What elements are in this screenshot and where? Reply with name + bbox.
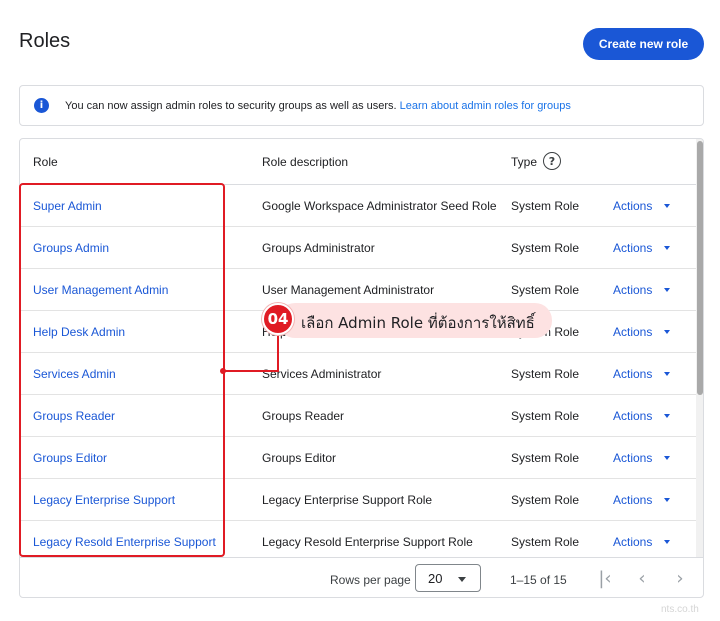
role-description: Services Administrator	[262, 367, 382, 381]
actions-menu[interactable]: Actions	[613, 493, 671, 507]
role-type: System Role	[511, 283, 580, 297]
actions-menu[interactable]: Actions	[613, 535, 671, 549]
first-page-icon[interactable]: |‹	[593, 566, 617, 590]
role-description: Groups Reader	[262, 409, 345, 423]
table-header: Role Role description Type ?	[20, 139, 696, 185]
pagination-range: 1–15 of 15	[510, 573, 567, 587]
role-type: System Role	[511, 241, 580, 255]
role-type: System Role	[511, 451, 580, 465]
role-description: Legacy Enterprise Support Role	[262, 493, 433, 507]
actions-label: Actions	[613, 535, 653, 549]
info-icon: i	[34, 98, 49, 113]
role-type: System Role	[511, 493, 580, 507]
annotation-callout: เลือก Admin Role ที่ต้องการให้สิทธิ์ 04	[262, 300, 552, 338]
rows-per-page-select[interactable]: 20	[415, 564, 481, 592]
actions-label: Actions	[613, 409, 653, 423]
role-type: System Role	[511, 367, 580, 381]
annotation-step-badge: 04	[262, 303, 294, 335]
rows-per-page-label: Rows per page	[330, 573, 411, 587]
watermark: nts.co.th	[661, 604, 699, 615]
column-header-role[interactable]: Role	[33, 155, 58, 169]
previous-page-icon[interactable]: ‹	[630, 566, 654, 590]
actions-menu[interactable]: Actions	[613, 409, 671, 423]
column-header-description[interactable]: Role description	[262, 155, 348, 169]
annotation-connector	[225, 370, 278, 372]
actions-label: Actions	[613, 325, 653, 339]
annotation-connector	[277, 336, 279, 372]
learn-more-link[interactable]: Learn about admin roles for groups	[400, 100, 571, 112]
chevron-down-icon	[664, 540, 671, 544]
role-description: Groups Administrator	[262, 241, 375, 255]
chevron-down-icon	[664, 456, 671, 460]
actions-menu[interactable]: Actions	[613, 241, 671, 255]
chevron-down-icon	[664, 204, 671, 208]
actions-menu[interactable]: Actions	[613, 367, 671, 381]
actions-label: Actions	[613, 367, 653, 381]
rows-per-page-value: 20	[428, 570, 443, 586]
actions-label: Actions	[613, 199, 653, 213]
help-icon[interactable]: ?	[543, 152, 561, 170]
chevron-down-icon	[664, 498, 671, 502]
actions-label: Actions	[613, 493, 653, 507]
actions-menu[interactable]: Actions	[613, 283, 671, 297]
role-description: Legacy Resold Enterprise Support Role	[262, 535, 473, 549]
annotation-highlight-box	[19, 183, 225, 557]
role-type: System Role	[511, 409, 580, 423]
actions-label: Actions	[613, 283, 653, 297]
annotation-connector-dot	[220, 368, 226, 374]
role-description: User Management Administrator	[262, 283, 435, 297]
chevron-down-icon	[664, 288, 671, 292]
annotation-text: เลือก Admin Role ที่ต้องการให้สิทธิ์	[301, 314, 535, 332]
actions-menu[interactable]: Actions	[613, 199, 671, 213]
info-banner: i You can now assign admin roles to secu…	[19, 85, 704, 126]
chevron-down-icon	[664, 372, 671, 376]
role-type: System Role	[511, 535, 580, 549]
banner-text: You can now assign admin roles to securi…	[65, 99, 397, 112]
role-description: Groups Editor	[262, 451, 337, 465]
create-new-role-button[interactable]: Create new role	[583, 28, 704, 60]
actions-label: Actions	[613, 241, 653, 255]
actions-menu[interactable]: Actions	[613, 325, 671, 339]
chevron-down-icon	[458, 577, 466, 582]
actions-menu[interactable]: Actions	[613, 451, 671, 465]
role-description: Google Workspace Administrator Seed Role	[262, 199, 497, 213]
role-type: System Role	[511, 199, 580, 213]
chevron-down-icon	[664, 414, 671, 418]
actions-label: Actions	[613, 451, 653, 465]
pagination-bar: Rows per page 20 1–15 of 15 |‹ ‹ ›	[20, 557, 703, 597]
chevron-down-icon	[664, 246, 671, 250]
chevron-down-icon	[664, 330, 671, 334]
next-page-icon[interactable]: ›	[668, 566, 692, 590]
scrollbar-thumb[interactable]	[697, 141, 703, 395]
page-title: Roles	[19, 30, 71, 52]
column-header-type[interactable]: Type	[511, 155, 537, 169]
vertical-scrollbar[interactable]	[696, 139, 703, 557]
